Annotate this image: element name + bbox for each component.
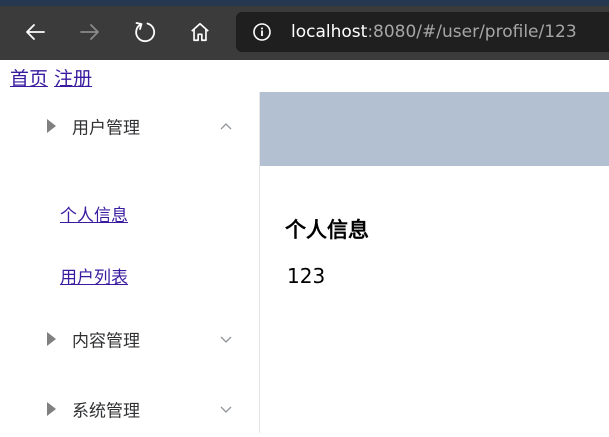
menu-label: 用户管理 — [72, 118, 140, 139]
url-path: :8080/#/user/profile/123 — [367, 22, 577, 42]
caret-right-icon — [47, 119, 56, 133]
sidebar-menu: 用户管理 个人信息 用户列表 内容管理 系统管理 — [0, 92, 260, 433]
main-header — [260, 92, 609, 166]
chevron-down-icon — [220, 406, 232, 413]
menu-content-management[interactable]: 内容管理 — [0, 311, 259, 367]
menu-user-management[interactable]: 用户管理 — [0, 98, 259, 154]
register-link[interactable]: 注册 — [54, 68, 92, 90]
browser-toolbar: localhost:8080/#/user/profile/123 — [0, 0, 609, 60]
home-icon — [191, 22, 209, 42]
home-link[interactable]: 首页 — [10, 68, 48, 90]
submenu-item-profile[interactable]: 个人信息 — [60, 201, 128, 226]
chevron-up-icon — [220, 123, 232, 130]
menu-label: 系统管理 — [72, 401, 140, 422]
forward-arrow-icon — [80, 24, 99, 40]
main-content: 个人信息 123 — [260, 166, 609, 433]
chevron-down-icon — [220, 336, 232, 343]
caret-right-icon — [47, 332, 56, 346]
info-icon[interactable] — [252, 22, 272, 42]
address-bar[interactable]: localhost:8080/#/user/profile/123 — [236, 12, 609, 52]
top-nav-links: 首页 注册 — [10, 66, 92, 92]
menu-system-management[interactable]: 系统管理 — [0, 381, 259, 437]
forward-button[interactable] — [72, 14, 108, 50]
url-text[interactable]: localhost:8080/#/user/profile/123 — [291, 20, 577, 44]
back-button[interactable] — [17, 14, 53, 50]
refresh-button[interactable] — [127, 14, 163, 50]
home-button[interactable] — [182, 14, 218, 50]
url-host: localhost — [291, 22, 368, 42]
page-title: 个人信息 — [285, 218, 369, 242]
refresh-icon — [135, 22, 156, 43]
back-arrow-icon — [26, 24, 45, 40]
menu-label: 内容管理 — [72, 331, 140, 352]
user-id-value: 123 — [287, 264, 326, 288]
window-title-strip — [0, 0, 609, 6]
submenu-item-user-list[interactable]: 用户列表 — [60, 263, 128, 288]
caret-right-icon — [47, 402, 56, 416]
